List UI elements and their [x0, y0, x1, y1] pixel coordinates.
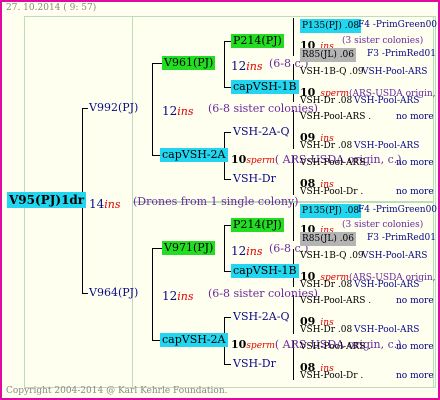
- queen-node[interactable]: VSH-Pool-ARS .: [300, 342, 371, 352]
- ins-label: ins: [177, 105, 194, 118]
- ins-label: ins: [246, 60, 263, 73]
- no-more-link[interactable]: no more: [396, 187, 434, 197]
- queen-node[interactable]: V961(PJ): [162, 56, 216, 70]
- connector: [152, 248, 162, 249]
- sister-colonies: (3 sister colonies): [342, 36, 424, 46]
- connector: [293, 203, 294, 241]
- root-insemination: 14ins: [89, 193, 121, 212]
- connector: [224, 132, 231, 133]
- drone-node[interactable]: R85(JL) .06: [300, 232, 357, 246]
- queen-node[interactable]: VSH-1B-Q .09: [300, 67, 364, 77]
- ins-label: ins: [104, 198, 121, 211]
- queen-node[interactable]: V992(PJ): [89, 101, 138, 114]
- queen-node[interactable]: VSH-2A-Q: [233, 310, 289, 323]
- ins-label: ins: [246, 245, 263, 258]
- drone-node[interactable]: VSH-Pool-Dr .: [300, 371, 363, 381]
- connector: [224, 225, 225, 271]
- ins-number: 10: [231, 153, 247, 166]
- sister-colonies: (3 sister colonies): [342, 220, 424, 230]
- no-more-link[interactable]: no more: [396, 112, 434, 122]
- queen-node[interactable]: VSH-2A-Q: [233, 125, 289, 138]
- breeder-label: VSH-Pool-ARS: [362, 67, 428, 77]
- drone-node[interactable]: VSH-Dr: [233, 357, 276, 370]
- root-ins-number: 14: [89, 197, 105, 211]
- ins-number: 12: [162, 289, 178, 303]
- queen-node[interactable]: VSH-Pool-ARS .: [300, 296, 371, 306]
- queen-node[interactable]: P135(PJ) .08: [300, 19, 362, 33]
- drone-node[interactable]: VSH-Dr .08: [300, 141, 352, 151]
- no-more-link[interactable]: no more: [396, 342, 434, 352]
- timestamp: 27. 10.2014 ( 9: 57): [6, 3, 97, 13]
- breeder-label: VSH-Pool-ARS: [354, 325, 420, 335]
- insemination-info: 12ins: [231, 55, 263, 74]
- drone-node[interactable]: VSH-Pool-Dr .: [300, 187, 363, 197]
- connector: [224, 41, 225, 87]
- insemination-info: 12ins: [231, 240, 263, 259]
- ins-label: sperm: [246, 156, 275, 166]
- drone-node[interactable]: capVSH-1B: [231, 264, 299, 278]
- drone-node[interactable]: R85(JL) .06: [300, 48, 357, 62]
- drone-node[interactable]: VSH-Dr: [233, 172, 276, 185]
- drone-node[interactable]: VSH-Dr .08: [300, 325, 352, 335]
- breeder-label: F4 -PrimGreen00: [358, 205, 438, 215]
- root-node[interactable]: V95(PJ)1dr: [7, 192, 87, 208]
- connector: [224, 271, 231, 272]
- drone-node[interactable]: capVSH-2A: [160, 333, 228, 347]
- breeder-label: VSH-Pool-ARS: [362, 251, 428, 261]
- root-note: (Drones from 1 single colony): [133, 195, 299, 208]
- connector: [152, 340, 160, 341]
- insemination-info: 12ins: [162, 100, 194, 119]
- pedigree-chart: 27. 10.2014 ( 9: 57) V95(PJ)1dr 14ins (D…: [0, 0, 440, 400]
- connector: [224, 317, 231, 318]
- connector: [293, 110, 294, 149]
- no-more-link[interactable]: no more: [396, 158, 434, 168]
- connector: [152, 63, 153, 155]
- ins-number: 12: [162, 104, 178, 118]
- no-more-link[interactable]: no more: [396, 296, 434, 306]
- connector: [293, 18, 294, 56]
- no-more-link[interactable]: no more: [396, 371, 434, 381]
- connector: [224, 364, 231, 365]
- queen-node[interactable]: VSH-Pool-ARS .: [300, 158, 371, 168]
- breeder-label: F4 -PrimGreen00: [358, 20, 438, 30]
- breeder-label: F3 -PrimRed01: [367, 49, 436, 59]
- connector: [152, 155, 160, 156]
- ins-number: 12: [231, 59, 247, 73]
- drone-node[interactable]: capVSH-2A: [160, 148, 228, 162]
- connector: [224, 179, 231, 180]
- drone-node[interactable]: VSH-Dr .08: [300, 96, 352, 106]
- connector: [152, 63, 162, 64]
- breeder-label: VSH-Pool-ARS: [354, 96, 420, 106]
- queen-node[interactable]: P214(PJ): [231, 34, 284, 48]
- breeder-label: VSH-Pool-ARS: [354, 141, 420, 151]
- queen-node[interactable]: P214(PJ): [231, 218, 284, 232]
- ins-number: 10: [231, 338, 247, 351]
- copyright: Copyright 2004-2014 @ Karl Kehrle Founda…: [6, 386, 228, 396]
- ins-label: ins: [177, 290, 194, 303]
- connector: [82, 108, 88, 109]
- queen-node[interactable]: V971(PJ): [162, 241, 216, 255]
- breeder-label: VSH-Pool-ARS: [354, 280, 420, 290]
- drone-node[interactable]: capVSH-1B: [231, 80, 299, 94]
- queen-node[interactable]: VSH-1B-Q .09: [300, 251, 364, 261]
- ins-number: 12: [231, 244, 247, 258]
- breeder-label: F3 -PrimRed01: [367, 233, 436, 243]
- queen-node[interactable]: VSH-Pool-ARS .: [300, 112, 371, 122]
- connector: [293, 295, 294, 334]
- queen-node[interactable]: P135(PJ) .08: [300, 204, 362, 218]
- ins-label: sperm: [246, 341, 275, 351]
- connector: [224, 87, 231, 88]
- connector: [224, 225, 231, 226]
- drone-node[interactable]: VSH-Dr .08: [300, 280, 352, 290]
- insemination-info: 12ins: [162, 285, 194, 304]
- drone-node[interactable]: V964(PJ): [89, 286, 138, 299]
- connector: [82, 293, 88, 294]
- connector: [152, 248, 153, 340]
- connector: [224, 41, 231, 42]
